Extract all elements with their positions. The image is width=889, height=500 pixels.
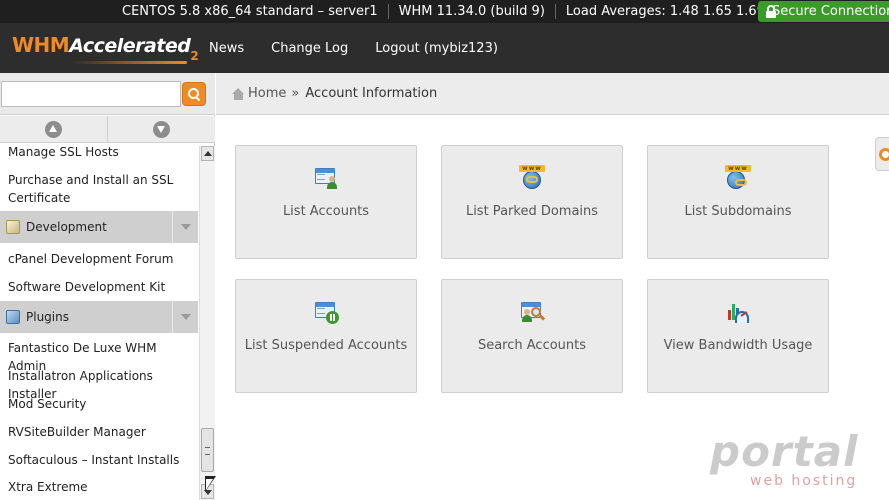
sidebar-category-label: Development xyxy=(26,220,107,234)
search-accounts-tile[interactable]: Search Accounts xyxy=(441,279,623,393)
header-nav: News Change Log Logout (mybiz123) xyxy=(209,23,525,73)
list-accounts-icon xyxy=(313,165,339,191)
list-parked-domains-tile[interactable]: www List Parked Domains xyxy=(441,145,623,259)
sidebar-category-plugins[interactable]: Plugins xyxy=(0,301,198,333)
secure-connection-badge: Secure Connection xyxy=(758,1,889,22)
sidebar-item-manage-ssl-hosts[interactable]: Manage SSL Hosts xyxy=(0,143,198,161)
sidebar-item-mod-security[interactable]: Mod Security xyxy=(0,395,198,413)
subdomains-icon: www xyxy=(725,165,751,191)
server-status-bar: CENTOS 5.8 x86_64 standard – server1 WHM… xyxy=(0,0,889,23)
sidebar-scroll-down-button[interactable] xyxy=(108,116,215,142)
sidebar-scroll-up-button[interactable] xyxy=(0,116,108,142)
nav-change-log-link[interactable]: Change Log xyxy=(271,41,348,56)
sidebar-item-softaculous[interactable]: Softaculous – Instant Installs xyxy=(0,451,198,469)
logo-whm-text: WHM xyxy=(12,33,69,57)
whm-version-info: WHM 11.34.0 (build 9) xyxy=(389,0,555,23)
breadcrumb-home-link[interactable]: Home xyxy=(248,86,286,101)
search-icon xyxy=(188,88,200,100)
nav-news-link[interactable]: News xyxy=(209,41,244,56)
view-bandwidth-usage-tile[interactable]: View Bandwidth Usage xyxy=(647,279,829,393)
chevron-down-icon xyxy=(172,211,198,243)
www-label: www xyxy=(519,165,545,172)
sidebar-scroll-controls xyxy=(0,116,215,143)
list-subdomains-tile[interactable]: www List Subdomains xyxy=(647,145,829,259)
sidebar-category-label: Plugins xyxy=(26,310,69,324)
mouse-cursor-icon xyxy=(205,476,216,492)
scrollbar-up-arrow[interactable] xyxy=(201,146,214,161)
tile-label: List Subdomains xyxy=(684,204,791,219)
breadcrumb-separator: » xyxy=(291,86,299,101)
list-suspended-accounts-tile[interactable]: List Suspended Accounts xyxy=(235,279,417,393)
secure-connection-label: Secure Connection xyxy=(772,1,889,22)
development-icon xyxy=(6,220,20,234)
logo-swoosh xyxy=(72,61,187,64)
sidebar-scrollbar[interactable] xyxy=(199,146,215,500)
whm-logo[interactable]: WHMAccelerated2 xyxy=(12,33,199,65)
tile-label: List Accounts xyxy=(283,204,369,219)
www-label: www xyxy=(725,165,751,172)
plugins-icon xyxy=(6,310,20,324)
sidebar-search xyxy=(0,73,215,115)
load-averages-info: Load Averages: 1.48 1.65 1.69 xyxy=(556,0,775,23)
sidebar-menu: Manage SSL Hosts Purchase and Install an… xyxy=(0,143,198,500)
logo-version-mark: 2 xyxy=(190,49,198,63)
sidebar-search-button[interactable] xyxy=(182,82,206,106)
support-side-tab[interactable] xyxy=(875,137,889,171)
nav-logout-link[interactable]: Logout (mybiz123) xyxy=(375,41,498,56)
suspended-accounts-icon xyxy=(313,299,339,325)
portal-web-hosting-watermark: portal web hosting xyxy=(710,430,870,490)
tile-label: List Parked Domains xyxy=(466,204,598,219)
sidebar-item-sdk[interactable]: Software Development Kit xyxy=(0,278,198,296)
sidebar: Manage SSL Hosts Purchase and Install an… xyxy=(0,73,215,500)
sidebar-item-rvsitebuilder[interactable]: RVSiteBuilder Manager xyxy=(0,423,198,441)
search-accounts-icon xyxy=(519,299,545,325)
sidebar-category-development[interactable]: Development xyxy=(0,211,198,243)
lifebuoy-icon xyxy=(879,148,889,161)
sidebar-search-input[interactable] xyxy=(1,81,181,107)
tile-label: List Suspended Accounts xyxy=(245,338,408,353)
sidebar-item-cpanel-dev-forum[interactable]: cPanel Development Forum xyxy=(0,250,198,268)
main-header: WHMAccelerated2 News Change Log Logout (… xyxy=(0,23,889,73)
breadcrumb: Home » Account Information xyxy=(216,73,889,115)
watermark-subtitle: web hosting xyxy=(750,474,870,488)
list-accounts-tile[interactable]: List Accounts xyxy=(235,145,417,259)
breadcrumb-current-page: Account Information xyxy=(305,86,437,101)
scrollbar-thumb[interactable] xyxy=(201,428,214,472)
chevron-down-icon xyxy=(172,301,198,333)
whm-app: CENTOS 5.8 x86_64 standard – server1 WHM… xyxy=(0,0,889,500)
bandwidth-usage-icon xyxy=(725,299,751,325)
tile-label: Search Accounts xyxy=(478,338,586,353)
parked-domains-icon: www xyxy=(519,165,545,191)
circle-up-icon xyxy=(45,121,62,138)
tile-label: View Bandwidth Usage xyxy=(664,338,813,353)
sidebar-item-purchase-ssl[interactable]: Purchase and Install an SSL Certificate xyxy=(0,171,196,207)
server-os-info: CENTOS 5.8 x86_64 standard – server1 xyxy=(112,0,388,23)
sidebar-item-xtra-extreme[interactable]: Xtra Extreme xyxy=(0,478,198,496)
home-icon[interactable] xyxy=(232,88,245,100)
watermark-word: portal xyxy=(710,430,870,474)
logo-accelerated-text: Accelerated xyxy=(69,35,190,57)
circle-down-icon xyxy=(153,121,170,138)
